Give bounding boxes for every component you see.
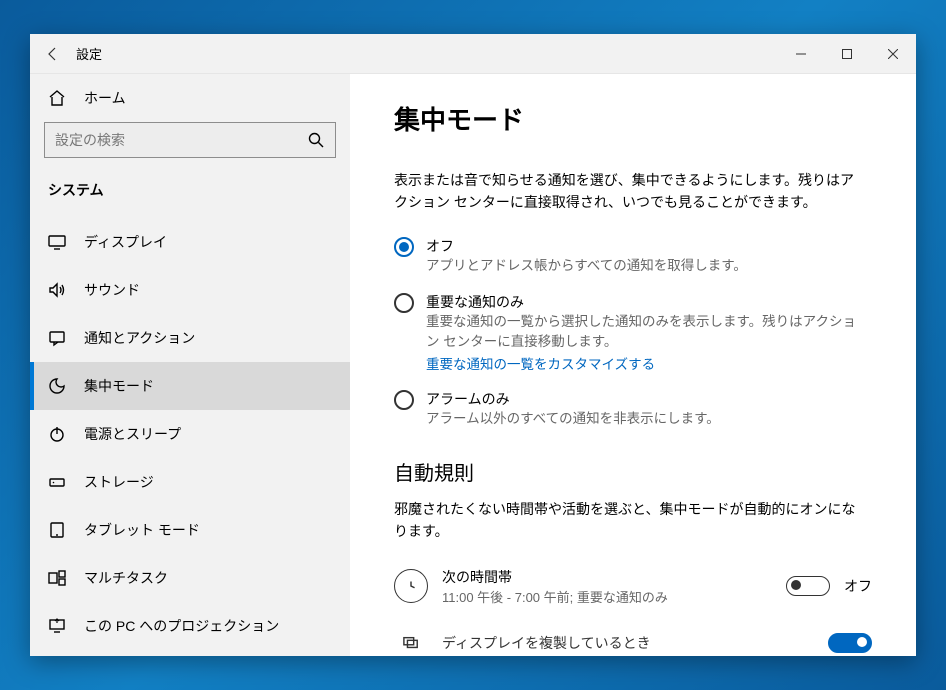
radio-button[interactable] — [394, 237, 414, 257]
sidebar-item-label: 通知とアクション — [84, 328, 195, 348]
radio-description: アラーム以外のすべての通知を非表示にします。 — [426, 409, 866, 429]
radio-label: オフ — [426, 236, 872, 256]
duplicate-display-icon — [394, 626, 428, 656]
tablet-icon — [48, 521, 66, 539]
home-button[interactable]: ホーム — [30, 74, 350, 122]
rule-title: ディスプレイを複製しているとき — [442, 633, 814, 653]
sidebar-item-notifications[interactable]: 通知とアクション — [30, 314, 350, 362]
radio-text: アラームのみ アラーム以外のすべての通知を非表示にします。 — [426, 389, 872, 429]
home-label: ホーム — [84, 88, 126, 108]
sidebar-item-multitask[interactable]: マルチタスク — [30, 554, 350, 602]
display-icon — [48, 233, 66, 251]
toggle-group: オフ — [786, 576, 872, 596]
rule-text: ディスプレイを複製しているとき — [442, 633, 814, 653]
main-content: 集中モード 表示または音で知らせる通知を選び、集中できるようにします。残りはアク… — [350, 74, 916, 656]
focus-assist-icon — [48, 377, 66, 395]
radio-button[interactable] — [394, 293, 414, 313]
search-input[interactable] — [44, 122, 336, 158]
caption-buttons — [778, 34, 916, 74]
radio-description: 重要な通知の一覧から選択した通知のみを表示します。残りはアクション センターに直… — [426, 312, 866, 353]
search-field[interactable] — [55, 132, 307, 148]
auto-rules-description: 邪魔されたくない時間帯や活動を選ぶと、集中モードが自動的にオンになります。 — [394, 498, 864, 543]
sidebar-item-storage[interactable]: ストレージ — [30, 458, 350, 506]
notifications-icon — [48, 329, 66, 347]
projection-icon — [48, 617, 66, 635]
radio-off[interactable]: オフ アプリとアドレス帳からすべての通知を取得します。 — [394, 236, 872, 276]
close-button[interactable] — [870, 34, 916, 74]
sidebar-item-label: タブレット モード — [84, 520, 200, 540]
toggle-switch[interactable] — [786, 576, 830, 596]
sidebar-item-projection[interactable]: この PC へのプロジェクション — [30, 602, 350, 650]
page-description: 表示または音で知らせる通知を選び、集中できるようにします。残りはアクション セン… — [394, 169, 864, 214]
radio-label: 重要な通知のみ — [426, 292, 872, 312]
rule-during-hours[interactable]: 次の時間帯 11:00 午後 - 7:00 午前; 重要な通知のみ オフ — [394, 561, 872, 612]
sidebar-item-label: 集中モード — [84, 376, 154, 396]
power-icon — [48, 425, 66, 443]
home-icon — [48, 89, 66, 107]
sidebar-item-sound[interactable]: サウンド — [30, 266, 350, 314]
radio-button[interactable] — [394, 390, 414, 410]
category-header: システム — [30, 174, 350, 218]
customize-priority-link[interactable]: 重要な通知の一覧をカスタマイズする — [426, 353, 872, 373]
radio-text: 重要な通知のみ 重要な通知の一覧から選択した通知のみを表示します。残りはアクショ… — [426, 292, 872, 373]
radio-description: アプリとアドレス帳からすべての通知を取得します。 — [426, 256, 866, 276]
radio-alarms-only[interactable]: アラームのみ アラーム以外のすべての通知を非表示にします。 — [394, 389, 872, 429]
sidebar-item-power[interactable]: 電源とスリープ — [30, 410, 350, 458]
window-title: 設定 — [76, 44, 102, 63]
settings-window: 設定 ホーム — [30, 34, 916, 656]
multitask-icon — [48, 569, 66, 587]
sidebar-item-label: この PC へのプロジェクション — [84, 616, 279, 636]
sound-icon — [48, 281, 66, 299]
auto-rules-heading: 自動規則 — [394, 457, 872, 486]
search-wrap — [30, 122, 350, 174]
toggle-group — [828, 633, 872, 653]
rule-text: 次の時間帯 11:00 午後 - 7:00 午前; 重要な通知のみ — [442, 567, 772, 606]
focus-mode-radio-group: オフ アプリとアドレス帳からすべての通知を取得します。 重要な通知のみ 重要な通… — [394, 236, 872, 429]
radio-label: アラームのみ — [426, 389, 872, 409]
search-icon — [307, 131, 325, 149]
titlebar: 設定 — [30, 34, 916, 74]
sidebar-item-display[interactable]: ディスプレイ — [30, 218, 350, 266]
window-body: ホーム システム ディスプレイ — [30, 74, 916, 656]
sidebar-item-label: マルチタスク — [84, 568, 168, 588]
rule-title: 次の時間帯 — [442, 567, 772, 587]
toggle-label: オフ — [844, 576, 872, 596]
clock-icon — [394, 569, 428, 603]
page-title: 集中モード — [394, 100, 872, 137]
sidebar-item-label: ディスプレイ — [84, 232, 167, 252]
sidebar-item-label: ストレージ — [84, 472, 154, 492]
radio-text: オフ アプリとアドレス帳からすべての通知を取得します。 — [426, 236, 872, 276]
sidebar-item-focus-assist[interactable]: 集中モード — [30, 362, 350, 410]
sidebar-item-label: サウンド — [84, 280, 140, 300]
toggle-switch[interactable] — [828, 633, 872, 653]
back-button[interactable] — [30, 34, 76, 74]
radio-priority-only[interactable]: 重要な通知のみ 重要な通知の一覧から選択した通知のみを表示します。残りはアクショ… — [394, 292, 872, 373]
sidebar: ホーム システム ディスプレイ — [30, 74, 350, 656]
maximize-button[interactable] — [824, 34, 870, 74]
storage-icon — [48, 473, 66, 491]
rule-subtitle: 11:00 午後 - 7:00 午前; 重要な通知のみ — [442, 587, 772, 606]
sidebar-item-label: 電源とスリープ — [84, 424, 181, 444]
rule-duplicating-display[interactable]: ディスプレイを複製しているとき — [394, 620, 872, 656]
nav: ディスプレイ サウンド 通知とアクション — [30, 218, 350, 656]
minimize-button[interactable] — [778, 34, 824, 74]
sidebar-item-tablet[interactable]: タブレット モード — [30, 506, 350, 554]
